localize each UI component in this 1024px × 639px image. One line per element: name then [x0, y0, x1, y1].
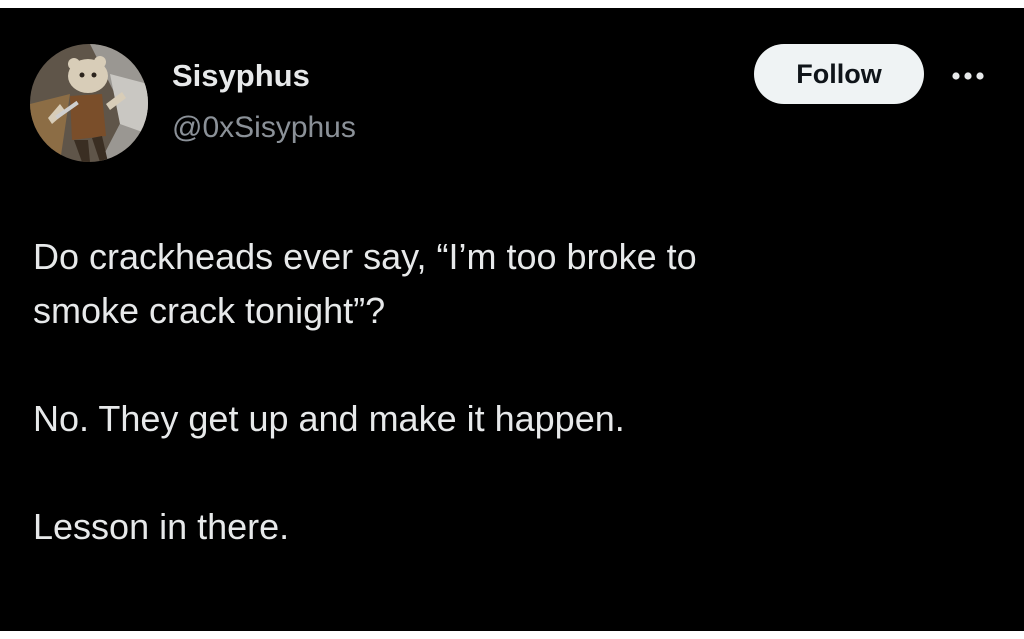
more-options-icon[interactable] — [948, 64, 988, 88]
user-handle[interactable]: @0xSisyphus — [172, 111, 356, 145]
tweet-paragraph: Do crackheads ever say, “I’m too broke t… — [33, 236, 697, 331]
tweet-paragraph: Lesson in there. — [33, 506, 290, 547]
display-name[interactable]: Sisyphus — [172, 58, 310, 94]
follow-button[interactable]: Follow — [754, 44, 924, 104]
tweet-card: Sisyphus @0xSisyphus Follow Do crackhead… — [0, 8, 1024, 631]
tweet-paragraph: No. They get up and make it happen. — [33, 398, 625, 439]
cartoon-avatar-icon — [30, 44, 148, 162]
tweet-text: Do crackheads ever say, “I’m too broke t… — [33, 230, 993, 554]
avatar[interactable] — [30, 44, 148, 162]
